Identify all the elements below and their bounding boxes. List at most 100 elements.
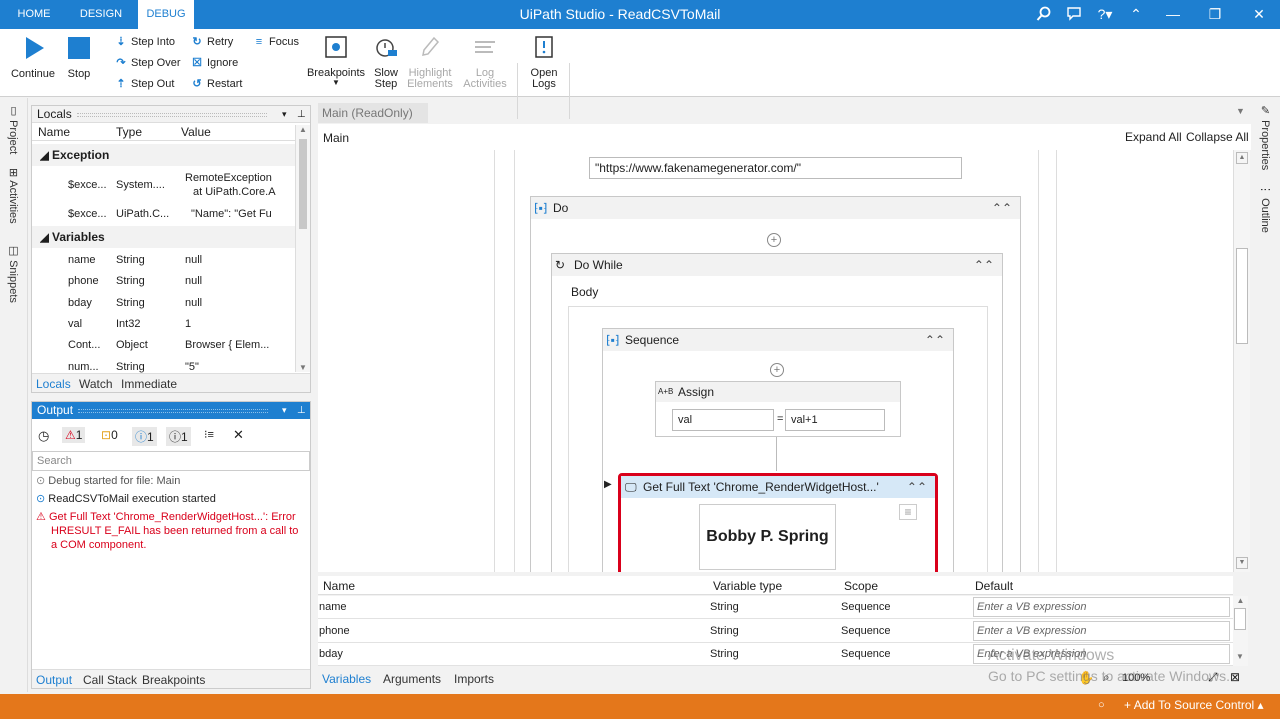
tab-output[interactable]: Output bbox=[36, 673, 72, 687]
close-icon[interactable]: ✕ bbox=[1248, 0, 1270, 29]
column-default[interactable]: Default bbox=[975, 579, 1013, 593]
collapse-icon[interactable]: ⌃⌃ bbox=[925, 329, 945, 351]
snippets-panel-tab[interactable]: ◫ Snippets bbox=[7, 244, 20, 303]
locals-row[interactable]: bday String null bbox=[32, 293, 295, 314]
locals-scrollbar[interactable]: ▲ ▼ bbox=[295, 125, 310, 372]
collapse-icon[interactable]: ⌃⌃ bbox=[974, 254, 994, 276]
do-container[interactable]: ⁅▪⁆ Do ⌃⌃ + ↻ Do While ⌃⌃ Body ⁅▪⁆ Seque… bbox=[530, 196, 1021, 572]
chevron-up-icon[interactable]: ⌃ bbox=[1126, 0, 1146, 29]
collapse-icon[interactable]: ⌃⌃ bbox=[992, 197, 1012, 219]
step-into-button[interactable]: ⇣ Step Into bbox=[114, 33, 175, 51]
locals-row[interactable]: Cont... Object Browser { Elem... bbox=[32, 335, 295, 356]
variable-row[interactable]: phone String Sequence Enter a VB expression bbox=[318, 620, 1233, 643]
add-activity-icon[interactable]: + bbox=[767, 233, 781, 247]
exception-group[interactable]: ◢ Exception bbox=[32, 144, 295, 166]
column-type[interactable]: Type bbox=[116, 123, 142, 141]
clock-icon[interactable]: ◷ bbox=[38, 428, 49, 444]
variable-default-input[interactable]: Enter a VB expression bbox=[973, 620, 1230, 641]
scroll-up-icon[interactable]: ▲ bbox=[296, 125, 310, 134]
variable-row[interactable]: name String Sequence Enter a VB expression bbox=[318, 596, 1233, 619]
tab-watch[interactable]: Watch bbox=[79, 377, 113, 391]
activities-panel-tab[interactable]: ⊞ Activities bbox=[7, 168, 20, 224]
scroll-up-icon[interactable]: ▲ bbox=[1233, 596, 1248, 605]
feedback-icon[interactable] bbox=[1064, 0, 1084, 29]
do-while-activity[interactable]: ↻ Do While ⌃⌃ Body ⁅▪⁆ Sequence ⌃⌃ + A+B… bbox=[551, 253, 1003, 572]
info-filter[interactable]: ⓘ1 bbox=[132, 427, 157, 446]
output-error-message[interactable]: ⚠ Get Full Text 'Chrome_RenderWidgetHost… bbox=[36, 510, 306, 552]
open-logs-button[interactable]: Open Logs bbox=[524, 35, 564, 90]
locals-row[interactable]: val Int32 1 bbox=[32, 314, 295, 335]
output-message[interactable]: ⊙ ReadCSVToMail execution started bbox=[36, 492, 306, 506]
variable-default-input[interactable]: Enter a VB expression bbox=[973, 597, 1230, 617]
highlight-elements-button[interactable]: Highlight Elements bbox=[404, 35, 456, 90]
add-activity-icon[interactable]: + bbox=[770, 363, 784, 377]
expand-all-button[interactable]: Expand All bbox=[1125, 130, 1182, 144]
dropdown-icon[interactable]: ▾ bbox=[282, 106, 287, 123]
search-icon[interactable] bbox=[1034, 0, 1054, 29]
tab-debug[interactable]: DEBUG bbox=[138, 0, 194, 29]
tab-home[interactable]: HOME bbox=[8, 0, 60, 29]
scroll-thumb[interactable] bbox=[1236, 248, 1248, 344]
scroll-down-icon[interactable]: ▼ bbox=[1233, 652, 1247, 661]
designer-scrollbar[interactable]: ▲ ▼ bbox=[1233, 150, 1250, 572]
ignore-button[interactable]: ☒ Ignore bbox=[190, 54, 238, 72]
restore-icon[interactable]: ❐ bbox=[1204, 0, 1226, 29]
stop-button[interactable]: Stop bbox=[62, 35, 96, 80]
sequence-activity[interactable]: ⁅▪⁆ Sequence ⌃⌃ + A+B Assign val = val+1 bbox=[602, 328, 954, 572]
tab-variables[interactable]: Variables bbox=[322, 672, 371, 686]
collapse-icon[interactable]: ⌃⌃ bbox=[907, 476, 927, 498]
scroll-thumb[interactable] bbox=[299, 139, 307, 229]
errors-filter[interactable]: ⚠1 bbox=[62, 427, 86, 443]
column-name[interactable]: Name bbox=[323, 579, 355, 593]
trace-filter[interactable]: ⓘ1 bbox=[166, 427, 191, 446]
locals-row[interactable]: $exce... UiPath.C... "Name": "Get Fu bbox=[32, 204, 295, 226]
continue-button[interactable]: Continue bbox=[6, 35, 60, 80]
outline-panel-tab[interactable]: ⋮ Outline bbox=[1259, 184, 1272, 233]
restart-button[interactable]: ↺ Restart bbox=[190, 75, 242, 93]
tab-breakpoints[interactable]: Breakpoints bbox=[142, 673, 205, 687]
document-list-dropdown-icon[interactable]: ▼ bbox=[1236, 106, 1245, 116]
output-message[interactable]: ⊙ Debug started for file: Main bbox=[36, 474, 306, 488]
locals-row[interactable]: phone String null bbox=[32, 271, 295, 292]
assign-value-input[interactable]: val+1 bbox=[785, 409, 885, 431]
tab-call-stack[interactable]: Call Stack bbox=[83, 673, 137, 687]
column-scope[interactable]: Scope bbox=[844, 579, 878, 593]
pin-icon[interactable]: ⊥ bbox=[297, 106, 306, 123]
breakpoints-button[interactable]: Breakpoints ▼ bbox=[306, 35, 366, 87]
workflow-canvas[interactable]: "https://www.fakenamegenerator.com/" ⁅▪⁆… bbox=[318, 150, 1233, 572]
pin-icon[interactable]: ⊥ bbox=[297, 402, 306, 419]
add-to-source-control-button[interactable]: + Add To Source Control ▴ bbox=[1124, 698, 1264, 712]
properties-panel-tab[interactable]: ✎ Properties bbox=[1259, 104, 1272, 170]
dropdown-icon[interactable]: ▾ bbox=[282, 402, 287, 419]
tab-immediate[interactable]: Immediate bbox=[121, 377, 177, 391]
url-input[interactable]: "https://www.fakenamegenerator.com/" bbox=[589, 157, 962, 179]
collapse-list-icon[interactable]: ⁝≡ bbox=[204, 428, 214, 441]
slow-step-button[interactable]: Slow Step bbox=[368, 35, 404, 90]
variables-scrollbar[interactable]: ▲ ▼ bbox=[1233, 596, 1248, 666]
output-search-input[interactable]: Search bbox=[32, 451, 310, 471]
column-variable-type[interactable]: Variable type bbox=[713, 579, 782, 593]
menu-icon[interactable]: ≡ bbox=[899, 504, 917, 520]
variables-group[interactable]: ◢ Variables bbox=[32, 226, 295, 248]
retry-button[interactable]: ↻ Retry bbox=[190, 33, 233, 51]
scroll-down-icon[interactable]: ▼ bbox=[1236, 557, 1248, 569]
element-preview[interactable]: Bobby P. Spring bbox=[699, 504, 836, 570]
scroll-up-icon[interactable]: ▲ bbox=[1236, 152, 1248, 164]
assign-to-input[interactable]: val bbox=[672, 409, 774, 431]
breadcrumb[interactable]: Main bbox=[323, 131, 349, 145]
scroll-down-icon[interactable]: ▼ bbox=[296, 363, 310, 372]
help-icon[interactable]: ?▾ bbox=[1092, 0, 1118, 29]
step-out-button[interactable]: ⇡ Step Out bbox=[114, 75, 174, 93]
minimize-icon[interactable]: — bbox=[1162, 0, 1184, 29]
tab-design[interactable]: DESIGN bbox=[72, 0, 130, 29]
locals-row[interactable]: name String null bbox=[32, 250, 295, 271]
scroll-thumb[interactable] bbox=[1234, 608, 1246, 630]
tab-imports[interactable]: Imports bbox=[454, 672, 494, 686]
get-full-text-activity[interactable]: 🖵 Get Full Text 'Chrome_RenderWidgetHost… bbox=[618, 473, 938, 572]
warnings-filter[interactable]: ⊡0 bbox=[98, 427, 121, 443]
column-value[interactable]: Value bbox=[181, 123, 211, 141]
project-panel-tab[interactable]: ▯ Project bbox=[7, 104, 20, 154]
clear-icon[interactable]: ✕ bbox=[233, 427, 244, 443]
focus-button[interactable]: ≡ Focus bbox=[252, 33, 299, 51]
overview-icon[interactable]: ⊠ bbox=[1230, 670, 1240, 684]
